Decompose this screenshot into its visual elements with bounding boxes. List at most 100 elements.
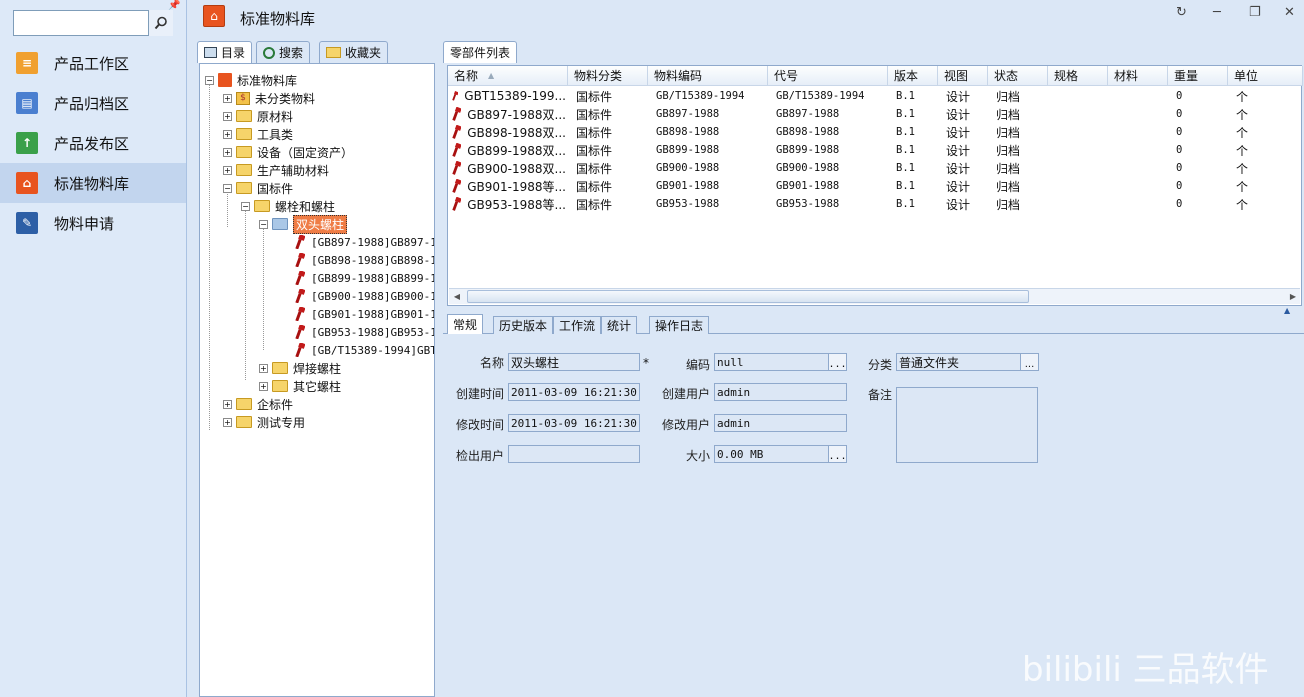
tab-history[interactable]: 历史版本 [493,316,554,334]
tab-operation-log[interactable]: 操作日志 [649,316,710,334]
modified-time-field[interactable]: 2011-03-09 16:21:30 [508,414,640,432]
column-header[interactable]: 代号 [768,66,888,86]
search-button[interactable] [148,10,173,36]
size-browse-button[interactable]: ... [828,446,846,462]
tree-leaf-part[interactable]: [GB897-1988]GB897-1988 [295,233,434,251]
column-header[interactable]: 材料 [1108,66,1168,86]
table-row[interactable]: GB901-1988等... 国标件 GB901-1988 GB901-1988 B.1… [448,177,1301,195]
table-cell: GB897-1988 [656,108,720,120]
column-header[interactable]: 物料分类 [568,66,648,86]
pin-icon[interactable]: 📌 [168,0,180,11]
tree-node-test[interactable]: + 测试专用 [223,413,305,431]
nav-product-archive[interactable]: ▤ 产品归档区 [0,83,186,123]
tree-node-aux-material[interactable]: + 生产辅助材料 [223,161,329,179]
collapse-icon[interactable]: − [205,75,214,85]
table-row[interactable]: GBT15389-199... 国标件 GB/T15389-1994 GB/T1538… [448,87,1301,105]
collapse-icon[interactable]: − [241,201,250,211]
tree-leaf-part[interactable]: [GB/T15389-1994]GBT15389-1994 [295,341,434,359]
created-time-field[interactable]: 2011-03-09 16:21:30 [508,383,640,401]
checkout-user-field[interactable] [508,445,640,463]
expand-icon[interactable]: + [223,111,232,121]
table-cell: 归档 [996,179,1021,194]
expand-icon[interactable]: + [223,147,232,157]
scroll-left-icon[interactable]: ◀ [450,290,464,303]
name-field[interactable]: 双头螺柱 [508,353,640,371]
size-field[interactable]: 0.00 MB ... [714,445,847,463]
tree-node-equipment[interactable]: + 设备（固定资产） [223,143,353,161]
column-header[interactable]: 名称 ▲ [448,66,568,86]
bolt-part-icon [295,253,305,267]
column-header[interactable]: 规格 [1048,66,1108,86]
tree-leaf-part[interactable]: [GB901-1988]GB901-1988 [295,305,434,323]
expand-icon[interactable]: + [223,93,232,103]
table-cell [1116,87,1170,105]
column-header[interactable]: 重量 [1168,66,1228,86]
tree-node-uncategorized[interactable]: + $ 未分类物料 [223,89,315,107]
refresh-icon[interactable]: ↻ [1176,5,1187,20]
expand-icon[interactable]: + [223,399,232,409]
table-row[interactable]: GB899-1988双... 国标件 GB899-1988 GB899-1988 B.1… [448,141,1301,159]
note-field[interactable] [896,387,1038,463]
tab-general[interactable]: 常规 [447,314,484,334]
note-label: 备注 [867,388,892,402]
category-browse-button[interactable]: ... [1020,354,1038,370]
tree-leaf-part[interactable]: [GB900-1988]GB900-1988 [295,287,434,305]
tree-node-national-std[interactable]: − 国标件 [223,179,293,197]
expand-icon[interactable]: + [259,363,268,373]
restore-button[interactable]: ❐ [1249,5,1261,20]
column-header[interactable]: 状态 [988,66,1048,86]
column-header[interactable]: 版本 [888,66,938,86]
column-header-label: 材料 [1114,69,1139,83]
collapse-arrow-icon[interactable]: ▲ [1284,306,1290,315]
expand-icon[interactable]: + [223,129,232,139]
tree-node-raw-material[interactable]: + 原材料 [223,107,293,125]
tree-leaf-part[interactable]: [GB953-1988]GB953-1988 [295,323,434,341]
tree-node-enterprise-std[interactable]: + 企标件 [223,395,293,413]
tree-node-welding-stud[interactable]: + 焊接螺柱 [259,359,341,377]
tree-node-tools[interactable]: + 工具类 [223,125,293,143]
nav-standard-library[interactable]: ⌂ 标准物料库 [0,163,186,203]
column-header[interactable]: 物料编码 [648,66,768,86]
tab-search[interactable]: 搜索 [256,41,311,63]
table-row[interactable]: GB898-1988双... 国标件 GB898-1988 GB898-1988 B.1… [448,123,1301,141]
tab-statistics[interactable]: 统计 [601,316,638,334]
code-field[interactable]: null ... [714,353,847,371]
category-field[interactable]: 普通文件夹 ... [896,353,1039,371]
expand-icon[interactable]: + [223,165,232,175]
tree-leaf-part[interactable]: [GB899-1988]GB899-1988 [295,269,435,287]
collapse-icon[interactable]: − [223,183,232,193]
nav-product-release[interactable]: ↑ 产品发布区 [0,123,186,163]
tree-leaf-part[interactable]: [GB898-1988]GB898-1988 [295,251,434,269]
table-row[interactable]: GB897-1988双... 国标件 GB897-1988 GB897-1988 B.1… [448,105,1301,123]
tab-workflow[interactable]: 工作流 [553,316,602,334]
expand-icon[interactable]: + [259,381,268,391]
tab-parts-list[interactable]: 零部件列表 [443,41,518,63]
bolt-part-icon [295,289,305,303]
tree-node-root[interactable]: − 标准物料库 [205,71,297,89]
tab-catalog[interactable]: 目录 [197,41,253,63]
tree-node-other-stud[interactable]: + 其它螺柱 [259,377,341,395]
tree-node-double-end-stud[interactable]: − 双头螺柱 [259,214,348,234]
table-row[interactable]: GB900-1988双... 国标件 GB900-1988 GB900-1988 B.1… [448,159,1301,177]
column-header[interactable]: 视图 [938,66,988,86]
tree-node-bolts-studs[interactable]: − 螺栓和螺柱 [241,197,335,215]
tree-leaf-label: [GB899-1988]GB899-1988 [311,271,435,285]
created-user-field[interactable]: admin [714,383,847,401]
collapse-icon[interactable]: − [259,219,268,229]
column-header-label: 物料分类 [574,69,623,83]
tab-favorites[interactable]: 收藏夹 [319,41,389,63]
nav-material-request[interactable]: ✎ 物料申请 [0,203,186,243]
modified-user-label: 修改用户 [661,418,710,432]
column-header-label: 名称 [454,69,479,83]
library-root-icon [218,73,232,87]
expand-icon[interactable]: + [223,417,232,427]
table-row[interactable]: GB953-1988等... 国标件 GB953-1988 GB953-1988 B.1… [448,195,1301,213]
nav-product-workspace[interactable]: ≡ 产品工作区 [0,43,186,83]
column-header[interactable]: 单位 [1228,66,1303,86]
table-cell: B.1 [896,198,915,210]
scrollbar-thumb[interactable] [467,290,1029,303]
modified-user-field[interactable]: admin [714,414,847,432]
minimize-button[interactable]: ─ [1213,5,1221,20]
close-button[interactable]: ✕ [1284,5,1295,20]
scroll-right-icon[interactable]: ▶ [1286,290,1300,303]
